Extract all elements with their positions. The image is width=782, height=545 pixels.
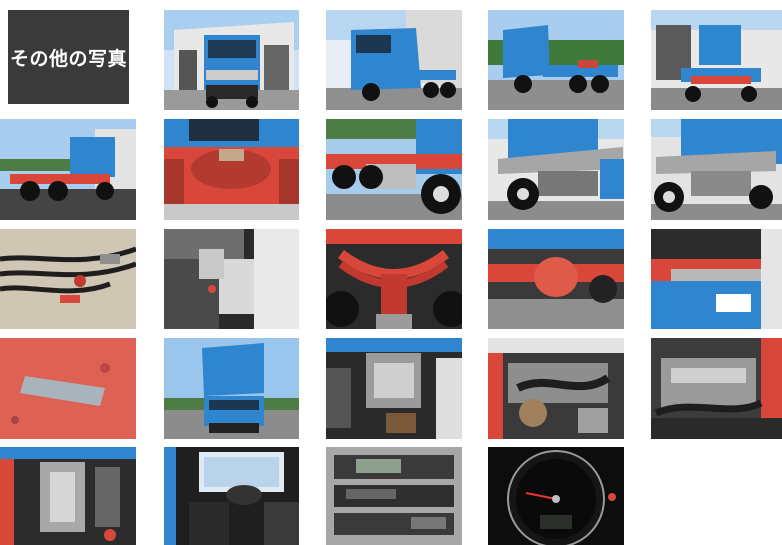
photo-axle-differential[interactable] bbox=[488, 229, 624, 329]
photo-engine-top-view[interactable] bbox=[326, 338, 462, 439]
photo-cab-raised-front[interactable] bbox=[164, 338, 299, 439]
photo-truck-rear[interactable] bbox=[651, 10, 782, 110]
photo-speedometer[interactable] bbox=[488, 447, 624, 545]
photo-chassis-rear-left[interactable] bbox=[0, 119, 136, 220]
gallery-header-label: その他の写真 bbox=[9, 47, 127, 70]
photo-tanks-side[interactable] bbox=[326, 119, 462, 220]
photo-grille-lowered[interactable] bbox=[651, 229, 782, 329]
photo-cab-interior[interactable] bbox=[164, 447, 299, 545]
photo-engine-turbo[interactable] bbox=[488, 338, 624, 439]
photo-gallery: その他の写真 bbox=[0, 0, 782, 545]
photo-side-skirt-open-right[interactable] bbox=[651, 119, 782, 220]
photo-engine-side[interactable] bbox=[651, 338, 782, 439]
gallery-header: その他の写真 bbox=[8, 10, 129, 104]
photo-truck-rear-quarter[interactable] bbox=[488, 10, 624, 110]
photo-fifth-wheel[interactable] bbox=[164, 119, 299, 220]
photo-hoses-deck[interactable] bbox=[0, 229, 136, 329]
photo-frame-plate[interactable] bbox=[0, 338, 136, 439]
photo-truck-side-front[interactable] bbox=[326, 10, 462, 110]
photo-side-skirt-open-left[interactable] bbox=[488, 119, 624, 220]
photo-truck-front[interactable] bbox=[164, 10, 299, 110]
photo-air-tank[interactable] bbox=[164, 229, 299, 329]
photo-audio-panel[interactable] bbox=[326, 447, 462, 545]
photo-engine-bay-left[interactable] bbox=[0, 447, 136, 545]
photo-leaf-spring[interactable] bbox=[326, 229, 462, 329]
